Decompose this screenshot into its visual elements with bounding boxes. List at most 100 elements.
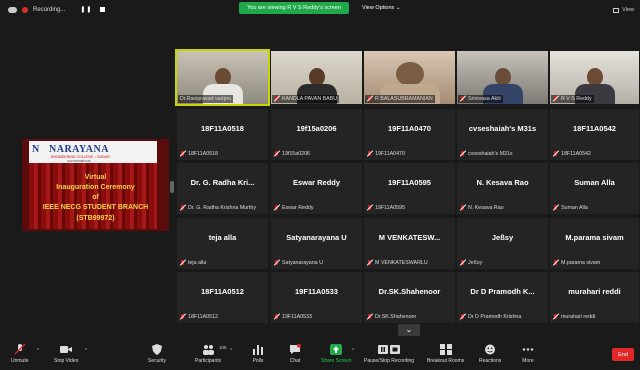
mic-muted-icon xyxy=(274,205,280,211)
video-tile[interactable]: KANDLA PAVAN BABU xyxy=(271,51,362,104)
participant-name-label: 18F11A0518 xyxy=(188,151,218,157)
participants-button[interactable]: Participants xyxy=(195,344,221,364)
college-logo-text: NARAYANA xyxy=(49,144,109,155)
participant-tile[interactable]: murahari reddi murahari reddi xyxy=(550,272,639,323)
stop-recording-button[interactable] xyxy=(100,7,106,12)
video-camera-icon xyxy=(60,346,73,353)
participant-name: R BALASUBRAMANIAN xyxy=(375,96,433,102)
participant-tile[interactable]: Suman Alla Suman Alla xyxy=(550,163,639,214)
participant-display-name: 19F11A0533 xyxy=(295,287,338,296)
pause-stop-recording-button[interactable]: Pause/Stop Recording xyxy=(364,344,414,364)
participant-tile[interactable]: 18F11A0542 18F11A0542 xyxy=(550,109,639,160)
breakout-rooms-button[interactable]: Breakout Rooms xyxy=(427,344,464,364)
share-screen-icon xyxy=(330,344,343,355)
breakout-rooms-icon xyxy=(439,344,452,355)
participant-display-name: Satyanarayana U xyxy=(286,233,347,242)
participants-count: 105 xyxy=(219,345,227,350)
more-button[interactable]: More xyxy=(522,344,534,364)
participant-tile[interactable]: 19f15a0206 19f15a0206 xyxy=(271,109,362,160)
participant-display-name: murahari reddi xyxy=(568,287,621,296)
participant-display-name: cvseshaiah's M31s xyxy=(468,124,537,133)
participant-display-name: N. Kesava Rao xyxy=(476,178,529,187)
share-screen-button[interactable]: Share Screen xyxy=(321,344,352,364)
participant-tile[interactable]: Jeßsy Jeßsy xyxy=(457,218,548,269)
video-tile[interactable]: Srinivasa Akili xyxy=(457,51,548,104)
recording-indicator: Recording... ❚❚ xyxy=(8,6,106,13)
video-tile[interactable]: Dr.Raviprasad varipru xyxy=(175,49,270,106)
view-button[interactable]: View xyxy=(613,7,634,13)
participant-tile[interactable]: Dr. G. Radha Kri... Dr. G. Radha Krishna … xyxy=(177,163,268,214)
participants-caret-icon[interactable]: ^ xyxy=(230,348,232,354)
stop-video-button[interactable]: Stop Video xyxy=(54,344,78,364)
participant-name: Dr.Raviprasad varipru xyxy=(180,96,232,102)
shared-screen[interactable]: N NARAYANA ENGINEERING COLLEGE :: GUDUR … xyxy=(22,139,169,231)
participant-tile[interactable]: 19F11A0533 19F11A0533 xyxy=(271,272,362,323)
video-tile[interactable]: R V S Reddy xyxy=(550,51,639,104)
participant-name: Srinivasa Akili xyxy=(468,96,501,102)
shield-icon xyxy=(152,344,163,355)
more-dots-icon xyxy=(522,348,534,351)
participant-name-label: 18F11A0512 xyxy=(188,314,218,320)
participant-name-label: Dr.SK.Shahenoor xyxy=(375,314,417,320)
participant-tile[interactable]: 19F11A0470 19F11A0470 xyxy=(364,109,455,160)
participant-name-label: cvseshaiah's M31s xyxy=(468,151,513,157)
mic-muted-icon xyxy=(180,314,186,320)
mic-muted-icon xyxy=(553,260,559,266)
participant-name-label: Dr D Pramodh Krishna xyxy=(468,314,522,320)
audio-options-caret-icon[interactable]: ^ xyxy=(37,348,39,354)
mic-muted-icon xyxy=(180,151,186,157)
chat-button[interactable]: Chat xyxy=(289,344,301,364)
pause-stop-icon xyxy=(378,345,401,354)
video-options-caret-icon[interactable]: ^ xyxy=(85,348,87,354)
unmute-button[interactable]: Unmute xyxy=(11,344,29,364)
mic-muted-icon xyxy=(367,205,373,211)
participant-display-name: 18F11A0542 xyxy=(573,124,616,133)
participant-display-name: M.parama sivam xyxy=(565,233,624,242)
participant-tile[interactable]: Eswar Reddy Eswar Reddy xyxy=(271,163,362,214)
participant-tile[interactable]: 18F11A0512 18F11A0512 xyxy=(177,272,268,323)
participant-tile[interactable]: Satyanarayana U Satyanarayana U xyxy=(271,218,362,269)
participant-tile[interactable]: N. Kesava Rao N. Kesava Rao xyxy=(457,163,548,214)
end-meeting-button[interactable]: End xyxy=(612,348,634,361)
mic-muted-icon xyxy=(274,96,280,102)
mic-muted-icon xyxy=(367,151,373,157)
video-tile[interactable]: R BALASUBRAMANIAN xyxy=(364,51,455,104)
participant-display-name: Eswar Reddy xyxy=(292,178,341,187)
participant-display-name: M VENKATESW... xyxy=(378,233,441,242)
participant-tile[interactable]: Dr.SK.Shahenoor Dr.SK.Shahenoor xyxy=(364,272,455,323)
security-button[interactable]: Security xyxy=(148,344,166,364)
ceremony-line-5: (STB99972) xyxy=(76,215,115,222)
participant-name-label: Eswar Reddy xyxy=(282,205,314,211)
participant-name-label: M VENKATESWARLU xyxy=(375,260,428,266)
participant-name: R V S Reddy xyxy=(561,96,592,102)
pause-recording-button[interactable]: ❚❚ xyxy=(80,6,92,13)
participant-name-label: 18F11A0542 xyxy=(561,151,591,157)
mic-muted-icon xyxy=(553,205,559,211)
polls-button[interactable]: Polls xyxy=(252,344,264,364)
participant-tile[interactable]: 18F11A0518 18F11A0518 xyxy=(177,109,268,160)
mic-muted-icon xyxy=(553,96,559,102)
smiley-icon xyxy=(485,344,496,355)
scroll-down-button[interactable]: ⌄ xyxy=(398,324,420,336)
mic-muted-icon xyxy=(460,205,466,211)
participant-tile[interactable]: M VENKATESW... M VENKATESWARLU xyxy=(364,218,455,269)
participant-tile[interactable]: 19F11A0595 19F11A0595 xyxy=(364,163,455,214)
participant-tile[interactable]: Dr D Pramodh K... Dr D Pramodh Krishna xyxy=(457,272,548,323)
mic-muted-icon xyxy=(180,260,186,266)
splitter-handle[interactable] xyxy=(170,181,174,193)
share-options-caret-icon[interactable]: ^ xyxy=(352,348,354,354)
participant-tile[interactable]: teja alla teja alla xyxy=(177,218,268,269)
participant-display-name: Suman Alla xyxy=(574,178,615,187)
view-options-button[interactable]: View Options ⌄ xyxy=(362,5,400,11)
participant-name-label: Jeßsy xyxy=(468,260,483,266)
meeting-toolbar: Unmute ^ Stop Video ^ Security Participa… xyxy=(0,340,640,370)
reactions-button[interactable]: Reactions xyxy=(479,344,501,364)
participant-name-label: 19f15a0206 xyxy=(282,151,310,157)
participant-display-name: Dr D Pramodh K... xyxy=(470,287,535,296)
view-label: View xyxy=(622,7,634,13)
participant-tile[interactable]: M.parama sivam M.parama sivam xyxy=(550,218,639,269)
participant-tile[interactable]: cvseshaiah's M31s cvseshaiah's M31s xyxy=(457,109,548,160)
mic-muted-icon xyxy=(367,314,373,320)
mic-muted-icon xyxy=(274,151,280,157)
chat-icon xyxy=(290,344,301,354)
